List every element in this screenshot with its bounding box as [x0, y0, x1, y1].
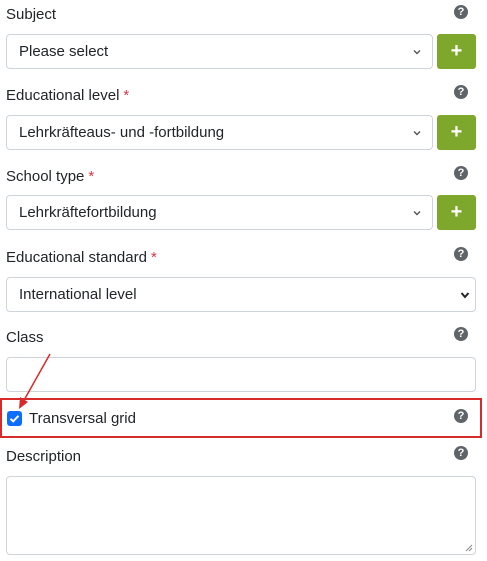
- transversal-grid-checkbox[interactable]: [7, 411, 22, 426]
- school-type-help-icon[interactable]: ?: [454, 166, 468, 180]
- school-type-select[interactable]: Lehrkräftefortbildung: [6, 195, 433, 230]
- subject-label: Subject: [6, 6, 57, 23]
- chevron-down-icon: [413, 211, 421, 216]
- subject-help-icon[interactable]: ?: [454, 5, 468, 19]
- transversal-grid-help-icon[interactable]: ?: [454, 409, 468, 423]
- subject-add-button[interactable]: +: [437, 34, 476, 69]
- educational-level-add-button[interactable]: +: [437, 115, 476, 150]
- school-type-label: School type *: [6, 168, 95, 185]
- chevron-down-icon: [460, 292, 470, 299]
- chevron-down-icon: [413, 50, 421, 55]
- description-textarea[interactable]: [6, 476, 476, 555]
- subject-select-value: Please select: [19, 43, 109, 60]
- educational-level-select[interactable]: Lehrkräfteaus- und -fortbildung: [6, 115, 433, 150]
- transversal-grid-label[interactable]: Transversal grid: [29, 410, 136, 427]
- school-type-add-button[interactable]: +: [437, 195, 476, 230]
- class-help-icon[interactable]: ?: [454, 327, 468, 341]
- educational-level-label: Educational level *: [6, 87, 130, 104]
- educational-standard-label: Educational standard *: [6, 249, 157, 266]
- educational-level-select-value: Lehrkräfteaus- und -fortbildung: [19, 124, 225, 141]
- educational-level-help-icon[interactable]: ?: [454, 85, 468, 99]
- school-type-select-value: Lehrkräftefortbildung: [19, 204, 157, 221]
- required-marker: *: [88, 168, 95, 185]
- class-label: Class: [6, 329, 44, 346]
- educational-standard-help-icon[interactable]: ?: [454, 247, 468, 261]
- educational-standard-select-value: International level: [19, 286, 137, 303]
- description-help-icon[interactable]: ?: [454, 446, 468, 460]
- required-marker: *: [150, 249, 157, 266]
- checkmark-icon: [9, 415, 20, 423]
- chevron-down-icon: [413, 131, 421, 136]
- resize-handle-icon[interactable]: [465, 544, 473, 552]
- class-input[interactable]: [6, 357, 476, 392]
- educational-standard-select[interactable]: International level: [6, 277, 476, 312]
- description-label: Description: [6, 448, 82, 465]
- required-marker: *: [123, 87, 130, 104]
- subject-select[interactable]: Please select: [6, 34, 433, 69]
